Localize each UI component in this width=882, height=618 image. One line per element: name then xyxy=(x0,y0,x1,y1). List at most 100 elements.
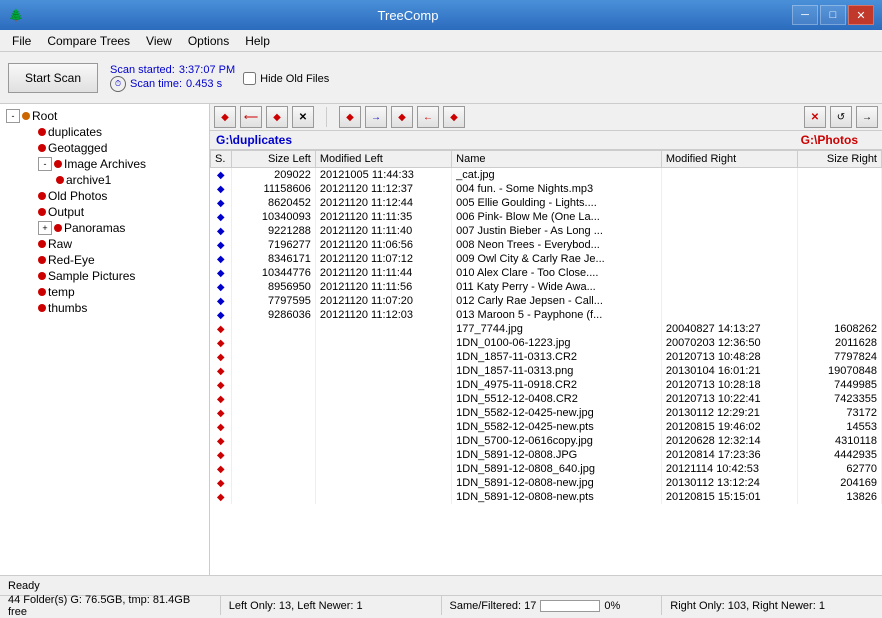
row-size-left: 7797595 xyxy=(231,294,315,308)
nav-x[interactable]: ✕ xyxy=(292,106,314,128)
nav-left-dot[interactable]: ◆ xyxy=(339,106,361,128)
row-modified-left: 20121120 11:11:56 xyxy=(315,280,451,294)
start-scan-button[interactable]: Start Scan xyxy=(8,63,98,93)
row-modified-left: 20121120 11:06:56 xyxy=(315,238,451,252)
minimize-button[interactable]: ─ xyxy=(792,5,818,25)
row-size-right: 7797824 xyxy=(798,350,882,364)
row-indicator: ◆ xyxy=(211,182,232,196)
row-indicator: ◆ xyxy=(211,238,232,252)
tree-label-temp: temp xyxy=(48,285,75,299)
tree-item-output[interactable]: Output xyxy=(4,204,205,220)
table-row[interactable]: ◆ 10340093 20121120 11:11:35 006 Pink- B… xyxy=(211,210,882,224)
tree-item-raw[interactable]: Raw xyxy=(4,236,205,252)
row-size-right: 4310118 xyxy=(798,434,882,448)
table-row[interactable]: ◆ 209022 20121005 11:44:33 _cat.jpg xyxy=(211,168,882,183)
table-row[interactable]: ◆ 1DN_5512-12-0408.CR2 20120713 10:22:41… xyxy=(211,392,882,406)
expand-image-archives[interactable]: - xyxy=(38,157,52,171)
clock-icon: ⏱ xyxy=(110,76,126,92)
table-row[interactable]: ◆ 1DN_5891-12-0808-new.pts 20120815 15:1… xyxy=(211,490,882,504)
geotagged-icon xyxy=(38,144,46,152)
row-indicator: ◆ xyxy=(211,168,232,183)
menu-options[interactable]: Options xyxy=(180,30,237,52)
row-modified-left xyxy=(315,420,451,434)
table-row[interactable]: ◆ 9221288 20121120 11:11:40 007 Justin B… xyxy=(211,224,882,238)
tree-item-geotagged[interactable]: Geotagged xyxy=(4,140,205,156)
nav-right-arrow[interactable]: → xyxy=(365,106,387,128)
row-name: 1DN_5582-12-0425-new.pts xyxy=(452,420,662,434)
tree-item-red-eye[interactable]: Red-Eye xyxy=(4,252,205,268)
tree-item-archive1[interactable]: archive1 xyxy=(4,172,205,188)
duplicates-icon xyxy=(38,128,46,136)
table-row[interactable]: ◆ 1DN_5582-12-0425-new.jpg 20130112 12:2… xyxy=(211,406,882,420)
nav-refresh2[interactable]: ↺ xyxy=(830,106,852,128)
nav-forward[interactable]: → xyxy=(856,106,878,128)
nav-right-dot2[interactable]: ◆ xyxy=(443,106,465,128)
table-row[interactable]: ◆ 1DN_5891-12-0808.JPG 20120814 17:23:36… xyxy=(211,448,882,462)
nav-right-dot[interactable]: ◆ xyxy=(391,106,413,128)
menu-help[interactable]: Help xyxy=(237,30,278,52)
nav-left-arrow[interactable]: ⟵ xyxy=(240,106,262,128)
row-indicator: ◆ xyxy=(211,322,232,336)
table-row[interactable]: ◆ 7797595 20121120 11:07:20 012 Carly Ra… xyxy=(211,294,882,308)
maximize-button[interactable]: □ xyxy=(820,5,846,25)
tree-label-output: Output xyxy=(48,205,84,219)
row-size-right: 73172 xyxy=(798,406,882,420)
status-left-only: Left Only: 13, Left Newer: 1 xyxy=(221,596,442,615)
thumbs-icon xyxy=(38,304,46,312)
table-row[interactable]: ◆ 9286036 20121120 11:12:03 013 Maroon 5… xyxy=(211,308,882,322)
table-row[interactable]: ◆ 177_7744.jpg 20040827 14:13:27 1608262 xyxy=(211,322,882,336)
table-row[interactable]: ◆ 1DN_1857-11-0313.png 20130104 16:01:21… xyxy=(211,364,882,378)
row-size-left xyxy=(231,462,315,476)
row-size-left: 9286036 xyxy=(231,308,315,322)
row-size-right: 4442935 xyxy=(798,448,882,462)
table-row[interactable]: ◆ 11158606 20121120 11:12:37 004 fun. - … xyxy=(211,182,882,196)
table-row[interactable]: ◆ 8956950 20121120 11:11:56 011 Katy Per… xyxy=(211,280,882,294)
row-modified-right: 20130112 12:29:21 xyxy=(661,406,797,420)
close-button[interactable]: ✕ xyxy=(848,5,874,25)
nav-left-arrow2[interactable]: ← xyxy=(417,106,439,128)
row-size-right: 7449985 xyxy=(798,378,882,392)
menu-compare-trees[interactable]: Compare Trees xyxy=(39,30,138,52)
menu-view[interactable]: View xyxy=(138,30,180,52)
table-row[interactable]: ◆ 1DN_0100-06-1223.jpg 20070203 12:36:50… xyxy=(211,336,882,350)
expand-root[interactable]: - xyxy=(6,109,20,123)
nav-close-x[interactable]: ✕ xyxy=(804,106,826,128)
row-modified-right xyxy=(661,168,797,183)
row-size-right: 2011628 xyxy=(798,336,882,350)
tree-item-old-photos[interactable]: Old Photos xyxy=(4,188,205,204)
table-row[interactable]: ◆ 8620452 20121120 11:12:44 005 Ellie Go… xyxy=(211,196,882,210)
table-row[interactable]: ◆ 1DN_1857-11-0313.CR2 20120713 10:48:28… xyxy=(211,350,882,364)
table-row[interactable]: ◆ 1DN_5582-12-0425-new.pts 20120815 19:4… xyxy=(211,420,882,434)
row-size-left: 8956950 xyxy=(231,280,315,294)
table-row[interactable]: ◆ 1DN_5891-12-0808_640.jpg 20121114 10:4… xyxy=(211,462,882,476)
row-indicator: ◆ xyxy=(211,448,232,462)
tree-item-thumbs[interactable]: thumbs xyxy=(4,300,205,316)
tree-item-root[interactable]: - Root xyxy=(4,108,205,124)
row-name: 004 fun. - Some Nights.mp3 xyxy=(452,182,662,196)
tree-item-temp[interactable]: temp xyxy=(4,284,205,300)
table-row[interactable]: ◆ 1DN_5700-12-0616copy.jpg 20120628 12:3… xyxy=(211,434,882,448)
menu-file[interactable]: File xyxy=(4,30,39,52)
expand-panoramas[interactable]: + xyxy=(38,221,52,235)
row-size-left xyxy=(231,434,315,448)
row-modified-left xyxy=(315,336,451,350)
tree-item-image-archives[interactable]: - Image Archives xyxy=(4,156,205,172)
row-size-left xyxy=(231,448,315,462)
table-row[interactable]: ◆ 1DN_5891-12-0808-new.jpg 20130112 13:1… xyxy=(211,476,882,490)
row-size-left xyxy=(231,490,315,504)
table-row[interactable]: ◆ 1DN_4975-11-0918.CR2 20120713 10:28:18… xyxy=(211,378,882,392)
right-panel: ◆ ⟵ ◆ ✕ ◆ → ◆ ← ◆ ✕ ↺ → G:\duplicates G:… xyxy=(210,104,882,575)
nav-prev-left[interactable]: ◆ xyxy=(214,106,236,128)
tree-item-panoramas[interactable]: + Panoramas xyxy=(4,220,205,236)
nav-refresh[interactable]: ◆ xyxy=(266,106,288,128)
table-row[interactable]: ◆ 8346171 20121120 11:07:12 009 Owl City… xyxy=(211,252,882,266)
row-size-left: 10340093 xyxy=(231,210,315,224)
hide-old-files-checkbox[interactable] xyxy=(243,72,256,85)
table-row[interactable]: ◆ 7196277 20121120 11:06:56 008 Neon Tre… xyxy=(211,238,882,252)
tree-item-sample-pictures[interactable]: Sample Pictures xyxy=(4,268,205,284)
tree-item-duplicates[interactable]: duplicates xyxy=(4,124,205,140)
row-modified-left xyxy=(315,462,451,476)
row-modified-right: 20120814 17:23:36 xyxy=(661,448,797,462)
table-row[interactable]: ◆ 10344776 20121120 11:11:44 010 Alex Cl… xyxy=(211,266,882,280)
row-modified-right xyxy=(661,252,797,266)
